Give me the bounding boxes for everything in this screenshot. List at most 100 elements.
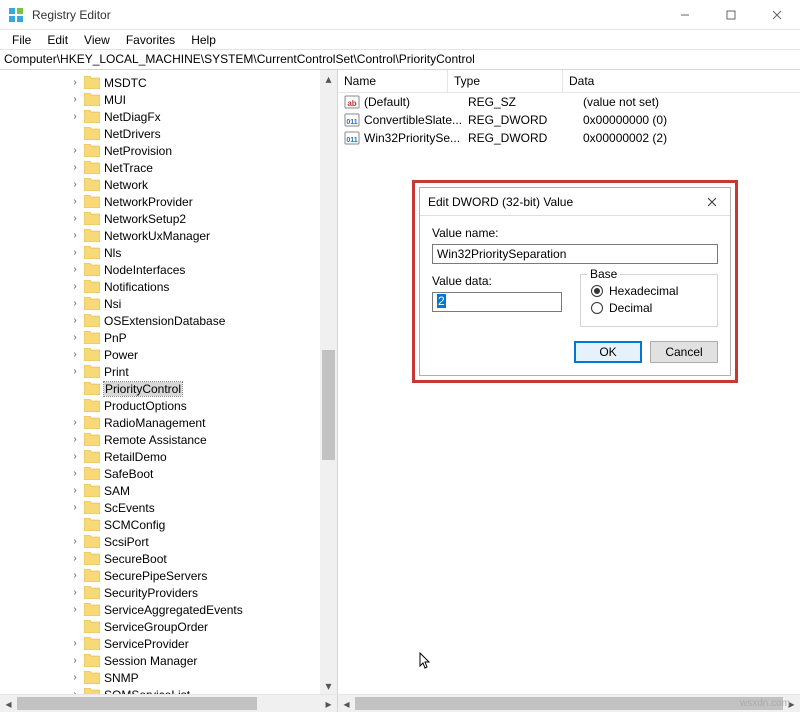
chevron-right-icon[interactable]: › (68, 537, 82, 547)
menu-file[interactable]: File (4, 31, 39, 49)
chevron-right-icon[interactable]: › (68, 282, 82, 292)
col-data[interactable]: Data (563, 70, 800, 92)
scroll-left-icon[interactable]: ◂ (338, 695, 355, 712)
tree-item[interactable]: ›PnP (68, 329, 337, 346)
close-button[interactable] (754, 0, 800, 30)
scroll-thumb[interactable] (322, 350, 335, 460)
chevron-right-icon[interactable]: › (68, 656, 82, 666)
radio-hex[interactable]: Hexadecimal (591, 284, 707, 298)
tree-item[interactable]: ›MUI (68, 91, 337, 108)
tree-item[interactable]: ›Notifications (68, 278, 337, 295)
tree-item[interactable]: ›ServiceAggregatedEvents (68, 601, 337, 618)
tree-item[interactable]: ›NetworkProvider (68, 193, 337, 210)
list-row[interactable]: 011Win32PrioritySe...REG_DWORD0x00000002… (338, 129, 800, 147)
chevron-right-icon[interactable]: › (68, 316, 82, 326)
scroll-up-icon[interactable]: ▴ (320, 70, 337, 87)
tree-scrollbar[interactable]: ▴ ▾ (320, 70, 337, 694)
tree-item[interactable]: ›Print (68, 363, 337, 380)
tree-item[interactable]: ›SecureBoot (68, 550, 337, 567)
chevron-right-icon[interactable]: › (68, 112, 82, 122)
menu-favorites[interactable]: Favorites (118, 31, 183, 49)
tree-item[interactable]: ›NetProvision (68, 142, 337, 159)
chevron-right-icon[interactable]: › (68, 588, 82, 598)
chevron-right-icon[interactable]: › (68, 231, 82, 241)
hscroll-thumb[interactable] (17, 697, 257, 710)
tree-item[interactable]: ›NetworkSetup2 (68, 210, 337, 227)
tree-item[interactable]: ›ScsiPort (68, 533, 337, 550)
chevron-right-icon[interactable]: › (68, 418, 82, 428)
maximize-button[interactable] (708, 0, 754, 30)
scroll-left-icon[interactable]: ◂ (0, 695, 17, 712)
minimize-button[interactable] (662, 0, 708, 30)
chevron-right-icon[interactable]: › (68, 571, 82, 581)
list-row[interactable]: 011ConvertibleSlate...REG_DWORD0x0000000… (338, 111, 800, 129)
cancel-button[interactable]: Cancel (650, 341, 718, 363)
tree-item[interactable]: ›SecurePipeServers (68, 567, 337, 584)
value-name-input[interactable] (432, 244, 718, 264)
chevron-right-icon[interactable]: › (68, 95, 82, 105)
chevron-right-icon[interactable]: › (68, 163, 82, 173)
chevron-right-icon[interactable]: › (68, 146, 82, 156)
chevron-right-icon[interactable]: › (68, 350, 82, 360)
address-bar[interactable]: Computer\HKEY_LOCAL_MACHINE\SYSTEM\Curre… (0, 50, 800, 70)
ok-button[interactable]: OK (574, 341, 642, 363)
tree-item[interactable]: ›Session Manager (68, 652, 337, 669)
tree-item[interactable]: ›ServiceGroupOrder (68, 618, 337, 635)
chevron-right-icon[interactable]: › (68, 673, 82, 683)
col-type[interactable]: Type (448, 70, 563, 92)
tree-item[interactable]: ›SQMServiceList (68, 686, 337, 694)
chevron-right-icon[interactable]: › (68, 248, 82, 258)
chevron-right-icon[interactable]: › (68, 452, 82, 462)
scroll-down-icon[interactable]: ▾ (320, 677, 337, 694)
tree-item[interactable]: ›ScEvents (68, 499, 337, 516)
chevron-right-icon[interactable]: › (68, 197, 82, 207)
hscroll-thumb[interactable] (355, 697, 783, 710)
chevron-right-icon[interactable]: › (68, 486, 82, 496)
chevron-right-icon[interactable]: › (68, 503, 82, 513)
chevron-right-icon[interactable]: › (68, 690, 82, 695)
tree-item[interactable]: ›PriorityControl (68, 380, 337, 397)
menu-help[interactable]: Help (183, 31, 224, 49)
chevron-right-icon[interactable]: › (68, 435, 82, 445)
tree-item[interactable]: ›Network (68, 176, 337, 193)
tree-item[interactable]: ›NetDiagFx (68, 108, 337, 125)
scroll-right-icon[interactable]: ▸ (320, 695, 337, 712)
tree-item[interactable]: ›MSDTC (68, 74, 337, 91)
list-row[interactable]: ab(Default)REG_SZ(value not set) (338, 93, 800, 111)
tree-item[interactable]: ›SecurityProviders (68, 584, 337, 601)
chevron-right-icon[interactable]: › (68, 469, 82, 479)
tree-hscroll[interactable]: ◂ ▸ (0, 695, 338, 712)
chevron-right-icon[interactable]: › (68, 639, 82, 649)
tree-item[interactable]: ›RadioManagement (68, 414, 337, 431)
tree-item[interactable]: ›NetworkUxManager (68, 227, 337, 244)
tree-item[interactable]: ›NetTrace (68, 159, 337, 176)
tree-item[interactable]: ›SNMP (68, 669, 337, 686)
dialog-close-button[interactable] (702, 192, 722, 212)
tree-item[interactable]: ›NodeInterfaces (68, 261, 337, 278)
tree-item[interactable]: ›SCMConfig (68, 516, 337, 533)
list-hscroll[interactable]: ◂ ▸ (338, 695, 800, 712)
tree-item[interactable]: ›RetailDemo (68, 448, 337, 465)
chevron-right-icon[interactable]: › (68, 265, 82, 275)
tree-item[interactable]: ›Nls (68, 244, 337, 261)
chevron-right-icon[interactable]: › (68, 333, 82, 343)
tree-item[interactable]: ›ProductOptions (68, 397, 337, 414)
tree-item[interactable]: ›Nsi (68, 295, 337, 312)
tree-item[interactable]: ›Remote Assistance (68, 431, 337, 448)
chevron-right-icon[interactable]: › (68, 554, 82, 564)
value-data-input[interactable]: 2 (432, 292, 562, 312)
menu-edit[interactable]: Edit (39, 31, 76, 49)
col-name[interactable]: Name (338, 70, 448, 92)
chevron-right-icon[interactable]: › (68, 78, 82, 88)
chevron-right-icon[interactable]: › (68, 180, 82, 190)
tree-item[interactable]: ›ServiceProvider (68, 635, 337, 652)
tree-item[interactable]: ›OSExtensionDatabase (68, 312, 337, 329)
tree-item[interactable]: ›SafeBoot (68, 465, 337, 482)
radio-decimal[interactable]: Decimal (591, 301, 707, 315)
chevron-right-icon[interactable]: › (68, 605, 82, 615)
chevron-right-icon[interactable]: › (68, 299, 82, 309)
tree-item[interactable]: ›Power (68, 346, 337, 363)
chevron-right-icon[interactable]: › (68, 214, 82, 224)
tree-item[interactable]: ›SAM (68, 482, 337, 499)
tree-item[interactable]: ›NetDrivers (68, 125, 337, 142)
